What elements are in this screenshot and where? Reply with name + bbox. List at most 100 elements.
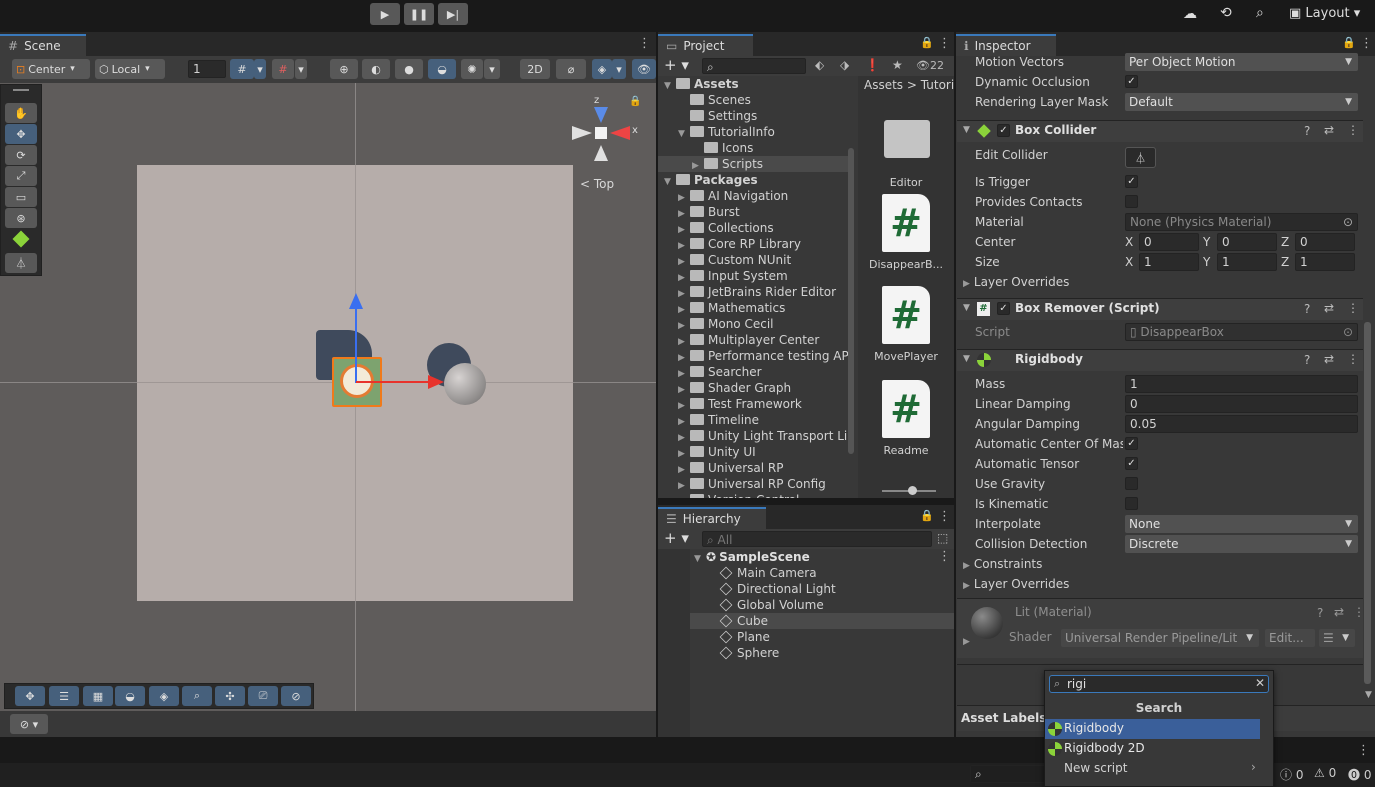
gizmo-negx-cone[interactable] xyxy=(572,126,592,140)
cloud-icon[interactable]: ☁ xyxy=(1183,6,1197,22)
project-tree-item[interactable]: ▼ Assets xyxy=(658,76,848,92)
ov-camera-icon[interactable]: ⎚ xyxy=(248,686,278,706)
rigidbody-foldout[interactable]: ▼ xyxy=(963,354,970,364)
scene-root[interactable]: ▼ ✪ SampleScene xyxy=(694,549,810,565)
component-menu-icon[interactable]: ⋮ xyxy=(1353,605,1365,619)
move-tool-icon[interactable]: ✥ xyxy=(5,124,37,144)
rigidbody-dropdown[interactable]: Discrete ▼ xyxy=(1125,535,1358,553)
scale-tool-icon[interactable]: ⤢ xyxy=(5,166,37,186)
inspector-scrollbar[interactable] xyxy=(1364,322,1371,684)
project-tree-item[interactable]: ▶ Core RP Library xyxy=(658,236,848,252)
rigidbody-checkbox[interactable] xyxy=(1125,497,1138,510)
pause-button[interactable]: ❚❚ xyxy=(404,3,434,25)
asset-label[interactable]: MovePlayer xyxy=(866,350,946,363)
project-tree-item[interactable]: Scenes xyxy=(658,92,848,108)
csharp-script-icon[interactable]: # xyxy=(882,380,930,438)
axis-label[interactable]: Y xyxy=(1203,233,1210,251)
favorite-icon[interactable]: ★ xyxy=(892,58,903,72)
project-tree-item[interactable]: ▶ Searcher xyxy=(658,364,848,380)
edit-collider-button[interactable]: ⏃ xyxy=(1125,147,1156,168)
tab-project[interactable]: ▭ Project xyxy=(658,34,753,56)
presets-icon[interactable]: ⇄ xyxy=(1324,352,1334,366)
ov-shading-icon[interactable]: ◒ xyxy=(115,686,145,706)
search-icon[interactable]: ⌕ xyxy=(1256,5,1264,21)
box-collider-foldout[interactable]: ▼ xyxy=(963,125,970,135)
vector-component-input[interactable]: 1 xyxy=(1139,253,1199,271)
component-menu-icon[interactable]: ⋮ xyxy=(1347,301,1359,315)
rigidbody-checkbox[interactable]: ✓ xyxy=(1125,437,1138,450)
gizmo-z-cone[interactable] xyxy=(594,107,608,123)
space-dropdown[interactable]: ⬡ Local ▾ xyxy=(95,59,165,79)
rigidbody-header[interactable]: ▼ Rigidbody ? ⇄ ⋮ xyxy=(957,349,1363,371)
project-tree-item[interactable]: ▶ Universal RP Config xyxy=(658,476,848,492)
csharp-script-icon[interactable]: # xyxy=(882,286,930,344)
gizmo-x-cone[interactable] xyxy=(610,126,630,140)
box-collider-enabled-checkbox[interactable]: ✓ xyxy=(997,124,1010,137)
visibility-icon[interactable]: 👁 xyxy=(632,59,656,79)
collider-layer-overrides[interactable]: ▶ Layer Overrides xyxy=(963,273,1069,291)
object-picker-icon[interactable]: ⊙ xyxy=(1343,214,1353,230)
hierarchy-lock-icon[interactable]: 🔒 xyxy=(920,509,934,522)
dynamic-occlusion-checkbox[interactable]: ✓ xyxy=(1125,75,1138,88)
gizmo-negz-cone[interactable] xyxy=(594,145,608,161)
play-button[interactable]: ▶ xyxy=(370,3,400,25)
layout-dropdown[interactable]: ▣ Layout ▾ xyxy=(1289,6,1360,21)
error-counter[interactable]: ⓿ 0 xyxy=(1348,766,1371,783)
help-icon[interactable]: ? xyxy=(1317,606,1323,620)
component-menu-icon[interactable]: ⋮ xyxy=(1347,123,1359,137)
project-tree-item[interactable]: ▶ Unity UI xyxy=(658,444,848,460)
hierarchy-search-mode-icon[interactable]: ⬚ xyxy=(937,531,948,545)
scene-menu-icon[interactable]: ⋮ xyxy=(638,36,651,51)
warning-counter[interactable]: ⚠ 0 xyxy=(1314,766,1336,780)
shader-options-button[interactable]: ☰ ▼ xyxy=(1319,629,1355,647)
rotate-tool-icon[interactable]: ⟳ xyxy=(5,145,37,165)
ov-navmesh-icon[interactable]: ✣ xyxy=(215,686,245,706)
expand-right-icon[interactable]: ▶ xyxy=(678,494,690,498)
rigidbody-layer-overrides[interactable]: ▶ Layer Overrides xyxy=(963,575,1069,593)
log-counter[interactable]: ⓘ 0 xyxy=(1280,766,1303,783)
folder-icon[interactable] xyxy=(884,120,930,158)
help-icon[interactable]: ? xyxy=(1304,353,1310,367)
project-tree-item[interactable]: ▶ Timeline xyxy=(658,412,848,428)
project-tree-item[interactable]: ▶ Shader Graph xyxy=(658,380,848,396)
constraints-foldout[interactable]: ▶ Constraints xyxy=(963,555,1042,573)
layers-dropdown[interactable]: ▾ xyxy=(612,59,626,79)
lighting-icon[interactable]: ◒ xyxy=(428,59,456,79)
help-icon[interactable]: ? xyxy=(1304,302,1310,316)
hierarchy-menu-icon[interactable]: ⋮ xyxy=(938,509,951,524)
shader-dropdown[interactable]: Universal Render Pipeline/Lit ▼ xyxy=(1061,629,1259,647)
ov-compass-icon[interactable]: ⊘ xyxy=(281,686,311,706)
filter-label-icon[interactable]: ⬗ xyxy=(840,58,849,72)
hierarchy-item[interactable]: Cube xyxy=(690,613,954,629)
axis-label[interactable]: X xyxy=(1125,233,1133,251)
transform-tool-icon[interactable]: ⊛ xyxy=(5,208,37,228)
project-tree-item[interactable]: ▶ Unity Light Transport Lib xyxy=(658,428,848,444)
vector-component-input[interactable]: 0 xyxy=(1139,233,1199,251)
project-tree-item[interactable]: ▶ Custom NUnit xyxy=(658,252,848,268)
grid-size-input[interactable]: 1 xyxy=(188,60,226,78)
gizmo-y-axis[interactable] xyxy=(355,305,357,383)
gizmo-y-arrow[interactable] xyxy=(349,293,363,309)
rigidbody-dropdown[interactable]: None ▼ xyxy=(1125,515,1358,533)
tab-hierarchy[interactable]: ☰ Hierarchy xyxy=(658,507,766,529)
box-remover-foldout[interactable]: ▼ xyxy=(963,303,970,313)
pivot-dropdown[interactable]: ⊡ Center ▾ xyxy=(12,59,90,79)
edit-collider-tool-icon[interactable]: ⏃ xyxy=(5,253,37,273)
help-icon[interactable]: ? xyxy=(1304,124,1310,138)
shaded-icon[interactable]: ● xyxy=(395,59,423,79)
project-tree-item[interactable]: ▶ Universal RP xyxy=(658,460,848,476)
project-tree-item[interactable]: ▼ TutorialInfo xyxy=(658,124,848,140)
project-tree-item[interactable]: ▶ Mathematics xyxy=(658,300,848,316)
orientation-label[interactable]: < Top xyxy=(580,177,614,191)
axis-label[interactable]: Z xyxy=(1281,253,1289,271)
box-collider-header[interactable]: ▼ ✓ Box Collider ? ⇄ ⋮ xyxy=(957,120,1363,142)
project-tree-item[interactable]: ▶ Scripts xyxy=(658,156,848,172)
hand-tool-icon[interactable]: ✋ xyxy=(5,103,37,123)
create-button[interactable]: + ▾ xyxy=(664,56,689,74)
layers-icon[interactable]: ◈ xyxy=(592,59,612,79)
gizmos-button[interactable]: ⊘ ▾ xyxy=(10,714,48,734)
mode-2d-icon[interactable]: 2D xyxy=(520,59,550,79)
info-icon[interactable]: ❗ xyxy=(865,58,880,72)
asset-label[interactable]: Editor xyxy=(866,176,946,189)
ov-settings-icon[interactable]: ☰ xyxy=(49,686,79,706)
